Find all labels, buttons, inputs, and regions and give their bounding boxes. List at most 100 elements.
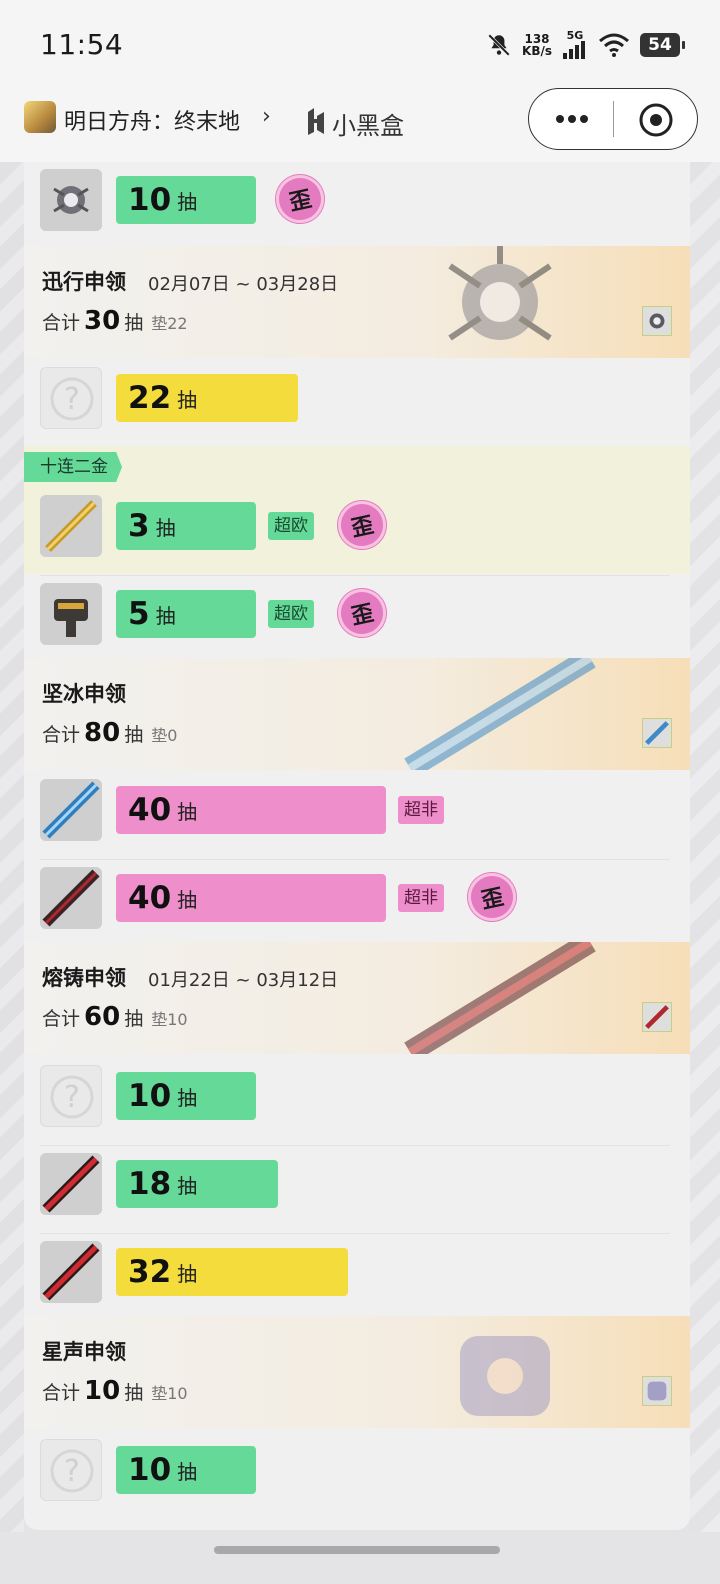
total-label: 合计	[42, 1008, 81, 1030]
status-time: 11:54	[40, 28, 124, 61]
pool-name: 熔铸申领	[42, 966, 126, 990]
unknown-item-thumbnail: ?	[40, 367, 102, 429]
wifi-icon	[599, 33, 629, 57]
luck-tag: 超欧	[268, 600, 314, 628]
pull-row[interactable]: 10 抽 歪	[24, 162, 690, 250]
pull-unit: 抽	[177, 1173, 198, 1198]
off-banner-stamp: 歪	[333, 496, 391, 554]
app-avatar[interactable]	[24, 101, 56, 133]
pull-count-bar: 40 抽	[116, 786, 386, 834]
unknown-item-thumbnail: ?	[40, 1065, 102, 1127]
luck-tag: 超非	[398, 796, 444, 824]
pull-row[interactable]: ? 22 抽	[24, 360, 690, 448]
luck-tag: 超欧	[268, 512, 314, 540]
capsule-divider	[613, 101, 614, 137]
pool-date: 02月07日 ~ 03月28日	[148, 274, 339, 295]
pull-count: 5	[128, 596, 150, 632]
pool-total: 合计 80 抽 垫0	[42, 718, 177, 748]
pull-count: 10	[128, 1078, 172, 1114]
unknown-mark: ?	[64, 1454, 80, 1489]
total-count: 80	[84, 718, 121, 748]
total-unit: 抽	[124, 312, 144, 334]
total-unit: 抽	[124, 724, 144, 746]
battery-icon: 54	[640, 32, 685, 57]
pull-row[interactable]: 3 抽 超欧 歪	[24, 488, 690, 576]
pool-mini-icon	[642, 718, 672, 748]
pool-banner-art	[460, 1336, 550, 1416]
pull-count: 10	[128, 182, 172, 218]
pool-header[interactable]: 迅行申领 02月07日 ~ 03月28日 合计 30 抽 垫22	[24, 246, 690, 358]
item-thumbnail	[40, 867, 102, 929]
pull-row[interactable]: 40 抽 超非	[24, 772, 690, 860]
pool-total: 合计 60 抽 垫10	[42, 1002, 188, 1032]
item-thumbnail	[40, 1153, 102, 1215]
capsule-menu	[528, 88, 698, 150]
pull-unit: 抽	[155, 515, 176, 540]
net-speed-unit: KB/s	[522, 43, 552, 58]
pull-count-bar: 22 抽	[116, 374, 298, 422]
ten-pull-ribbon: 十连二金	[24, 452, 122, 482]
chevron-right-icon[interactable]: ›	[262, 104, 271, 129]
total-label: 合计	[42, 1382, 81, 1404]
pull-unit: 抽	[177, 387, 198, 412]
pool-header[interactable]: 熔铸申领 01月22日 ~ 03月12日 合计 60 抽 垫10	[24, 942, 690, 1054]
background-pattern-left	[0, 162, 24, 1532]
more-icon[interactable]	[547, 107, 597, 131]
signal-icon	[563, 41, 585, 59]
pool-mini-icon	[642, 1376, 672, 1406]
status-icons: 138 KB/s 5G 54	[486, 30, 685, 59]
total-unit: 抽	[124, 1382, 144, 1404]
pool-banner-art	[448, 246, 552, 341]
pool-name: 坚冰申领	[42, 682, 126, 706]
pull-unit: 抽	[177, 1459, 198, 1484]
pity-count: 垫0	[151, 726, 178, 745]
pull-row[interactable]: 18 抽	[24, 1146, 690, 1234]
pull-row[interactable]: ? 10 抽	[24, 1432, 690, 1520]
pull-count: 22	[128, 380, 172, 416]
pull-unit: 抽	[177, 1261, 198, 1286]
item-thumbnail	[40, 779, 102, 841]
pool-name: 星声申领	[42, 1340, 126, 1364]
gacha-record-card: 10 抽 歪 迅行申领 02月07日 ~ 03月28日 合计 30 抽 垫22 …	[24, 162, 690, 1530]
pool-banner-art	[404, 942, 596, 1054]
pull-row[interactable]: ? 10 抽	[24, 1058, 690, 1146]
pity-count: 垫10	[151, 1010, 188, 1029]
pool-total: 合计 10 抽 垫10	[42, 1376, 188, 1406]
net-speed-value: 138	[524, 31, 550, 46]
pull-count-bar: 10 抽	[116, 176, 256, 224]
pity-count: 垫10	[151, 1384, 188, 1403]
pull-count: 3	[128, 508, 150, 544]
total-label: 合计	[42, 312, 81, 334]
unknown-item-thumbnail: ?	[40, 1439, 102, 1501]
item-thumbnail	[40, 583, 102, 645]
bell-off-icon	[488, 33, 510, 56]
pool-date: 01月22日 ~ 03月12日	[148, 970, 339, 991]
luck-tag: 超非	[398, 884, 444, 912]
background-pattern-right	[690, 162, 720, 1532]
off-banner-stamp: 歪	[463, 868, 521, 926]
pull-count: 10	[128, 1452, 172, 1488]
pull-count: 40	[128, 792, 172, 828]
pull-unit: 抽	[177, 887, 198, 912]
pull-row[interactable]: 5 抽 超欧 歪	[24, 576, 690, 664]
pool-header[interactable]: 星声申领 合计 10 抽 垫10	[24, 1316, 690, 1428]
pull-count: 18	[128, 1166, 172, 1202]
total-count: 30	[84, 306, 121, 336]
close-miniprogram-icon[interactable]	[639, 103, 673, 137]
status-bar: 11:54 138 KB/s 5G 54	[0, 0, 720, 88]
pool-mini-icon	[642, 1002, 672, 1032]
pool-header[interactable]: 坚冰申领 合计 80 抽 垫0	[24, 658, 690, 770]
pull-unit: 抽	[177, 1085, 198, 1110]
home-indicator[interactable]	[214, 1546, 500, 1554]
xiaoheihe-logo-icon	[308, 108, 324, 135]
pull-count-bar: 3 抽	[116, 502, 256, 550]
app-name[interactable]: 明日方舟：终末地	[64, 104, 240, 136]
net-speed: 138 KB/s	[522, 33, 552, 57]
unknown-mark: ?	[64, 1080, 80, 1115]
pool-total: 合计 30 抽 垫22	[42, 306, 188, 336]
pull-count-bar: 40 抽	[116, 874, 386, 922]
pull-count-bar: 32 抽	[116, 1248, 348, 1296]
pull-unit: 抽	[177, 189, 198, 214]
pull-row[interactable]: 40 抽 超非 歪	[24, 860, 690, 948]
pull-row[interactable]: 32 抽	[24, 1234, 690, 1322]
